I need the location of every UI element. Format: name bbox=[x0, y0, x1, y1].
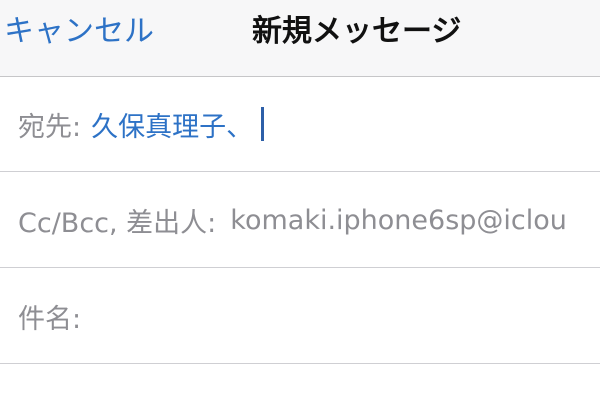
to-field-row: 宛先: 久保真理子、 bbox=[18, 76, 265, 171]
recipient-token[interactable]: 久保真理子、 bbox=[91, 105, 253, 144]
text-cursor bbox=[261, 107, 265, 141]
subject-field[interactable]: 件名: bbox=[0, 268, 600, 364]
page-title: 新規メッセージ bbox=[252, 14, 462, 49]
subject-row: 件名: bbox=[18, 268, 82, 363]
to-label: 宛先: bbox=[18, 111, 82, 143]
subject-label: 件名: bbox=[18, 303, 82, 335]
cc-bcc-from-field[interactable]: Cc/Bcc, 差出人: komaki.iphone6sp@iclou bbox=[0, 172, 600, 268]
cancel-button[interactable]: キャンセル bbox=[4, 12, 154, 52]
message-body[interactable] bbox=[0, 364, 600, 400]
navigation-bar: キャンセル 新規メッセージ bbox=[0, 0, 600, 77]
subject-input[interactable] bbox=[100, 288, 580, 344]
from-address[interactable]: komaki.iphone6sp@iclou bbox=[230, 205, 567, 236]
cc-bcc-from-row: Cc/Bcc, 差出人: komaki.iphone6sp@iclou bbox=[18, 172, 567, 267]
cc-bcc-from-label: Cc/Bcc, 差出人: bbox=[18, 207, 217, 239]
to-field[interactable]: 宛先: 久保真理子、 bbox=[0, 76, 600, 172]
